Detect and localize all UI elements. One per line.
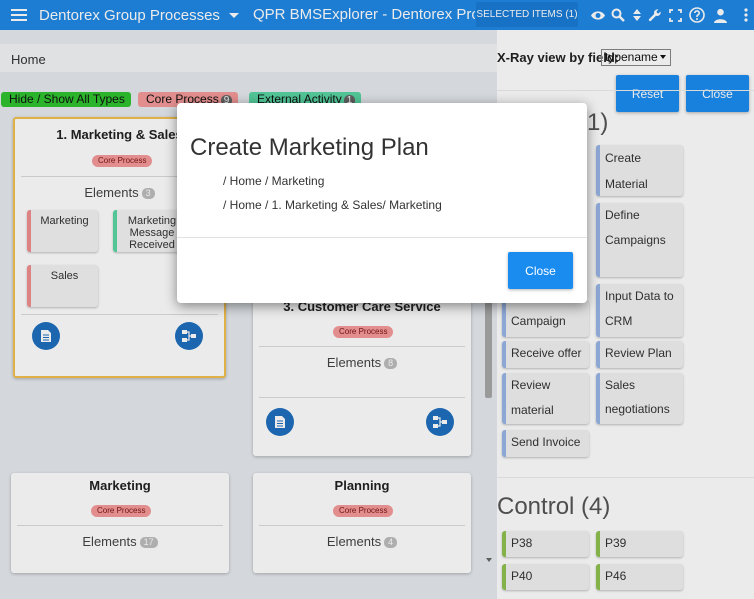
- dialog-path-link[interactable]: / Home / 1. Marketing & Sales/ Marketing: [223, 198, 442, 212]
- dialog-title: Create Marketing Plan: [190, 134, 429, 161]
- dialog-path-link[interactable]: / Home / Marketing: [223, 174, 324, 188]
- element-details-dialog: Create Marketing Plan / Home / Marketing…: [177, 103, 587, 303]
- dialog-close-button[interactable]: Close: [508, 252, 573, 289]
